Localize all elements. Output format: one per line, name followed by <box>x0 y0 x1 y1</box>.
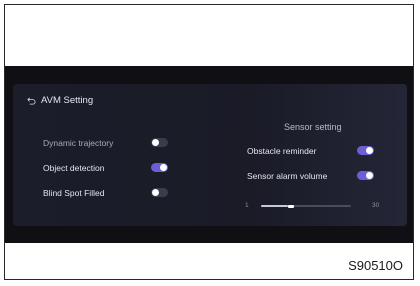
obstacle-reminder-toggle[interactable] <box>357 146 374 155</box>
setting-label: Dynamic trajectory <box>43 138 114 148</box>
slider-min-label: 1 <box>245 202 249 209</box>
sensor-section-title: Sensor setting <box>284 122 342 132</box>
toggle-knob <box>160 164 167 171</box>
display-screen: AVM Setting Dynamic trajectory Object de… <box>5 66 413 243</box>
blind-spot-filled-toggle[interactable] <box>151 188 168 197</box>
figure-code: S90510O <box>348 258 403 273</box>
setting-row-dynamic-trajectory: Dynamic trajectory <box>43 138 113 148</box>
setting-label: Obstacle reminder <box>247 146 317 156</box>
toggle-knob <box>366 172 373 179</box>
setting-row-sensor-alarm-volume: Sensor alarm volume <box>247 171 327 181</box>
slider-max-label: 30 <box>372 202 380 209</box>
sensor-alarm-volume-toggle[interactable] <box>357 171 374 180</box>
figure-frame: AVM Setting Dynamic trajectory Object de… <box>4 4 414 280</box>
back-arrow-icon[interactable] <box>27 96 36 105</box>
setting-row-blind-spot-filled: Blind Spot Filled <box>43 188 104 198</box>
toggle-knob <box>152 139 159 146</box>
avm-setting-panel: AVM Setting Dynamic trajectory Object de… <box>13 84 407 226</box>
toggle-knob <box>366 147 373 154</box>
volume-slider-fill <box>261 205 288 207</box>
volume-slider-thumb[interactable] <box>288 204 294 208</box>
toggle-knob <box>152 189 159 196</box>
dynamic-trajectory-toggle[interactable] <box>151 138 168 147</box>
setting-row-obstacle-reminder: Obstacle reminder <box>247 146 316 156</box>
panel-header[interactable]: AVM Setting <box>27 95 93 106</box>
setting-label: Blind Spot Filled <box>43 188 105 198</box>
object-detection-toggle[interactable] <box>151 163 168 172</box>
setting-label: Sensor alarm volume <box>247 171 328 181</box>
page-title: AVM Setting <box>41 95 94 106</box>
setting-label: Object detection <box>43 163 105 173</box>
setting-row-object-detection: Object detection <box>43 163 104 173</box>
